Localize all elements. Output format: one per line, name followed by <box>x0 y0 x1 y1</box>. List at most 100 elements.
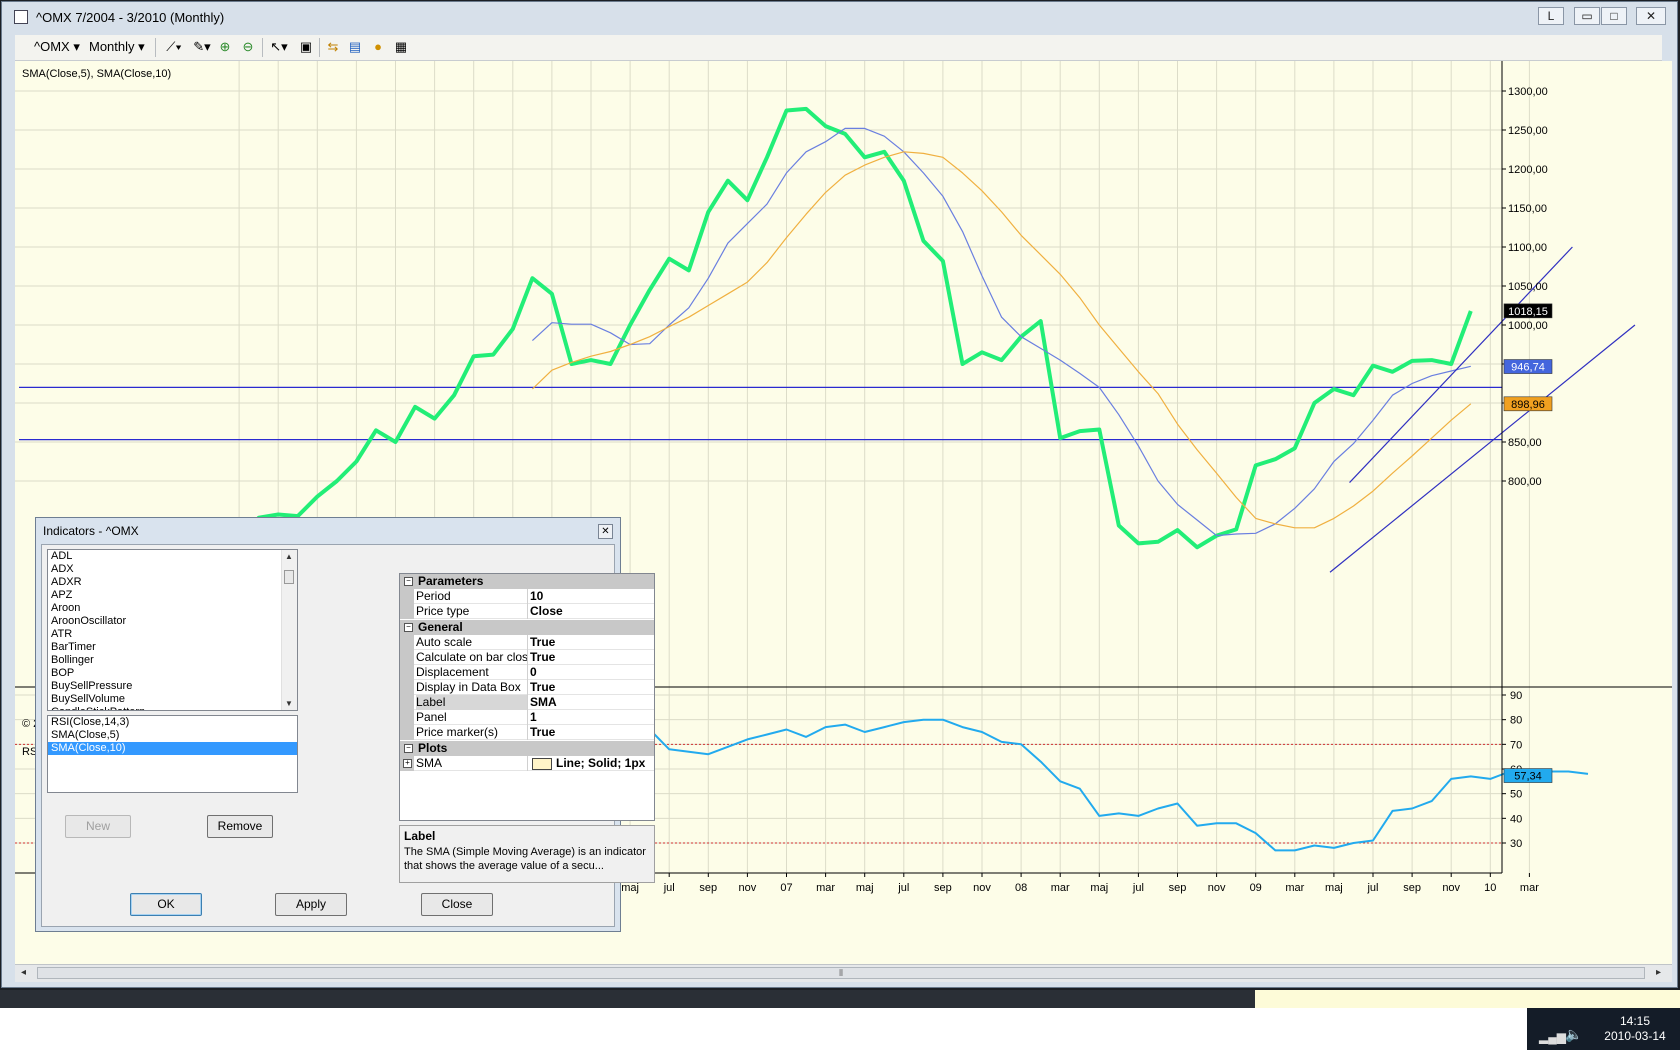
close-button[interactable]: ✕ <box>1636 7 1666 25</box>
indicator-list-item[interactable]: ADL <box>48 550 297 563</box>
dialog-close-button[interactable]: Close <box>421 893 493 916</box>
indicator-list-item[interactable]: APZ <box>48 589 297 602</box>
link-button[interactable]: L <box>1538 7 1564 25</box>
scroll-left-arrow[interactable]: ◂ <box>21 967 26 978</box>
plot-row-sma[interactable]: + SMA Line; Solid; 1px <box>400 756 654 771</box>
zoom-out-icon[interactable]: ⊖ <box>240 39 256 55</box>
property-value[interactable]: True <box>530 680 555 695</box>
ok-button[interactable]: OK <box>130 893 202 916</box>
property-row[interactable]: Price type Close <box>400 604 654 619</box>
property-value[interactable]: 0 <box>530 665 537 680</box>
collapse-icon[interactable]: − <box>404 577 413 586</box>
new-button[interactable]: New <box>65 815 131 838</box>
remove-button[interactable]: Remove <box>207 815 273 838</box>
property-row[interactable]: Displacement 0 <box>400 665 654 680</box>
network-icon[interactable]: ▂▄▆ <box>1539 1030 1566 1044</box>
property-grid[interactable]: − Parameters Period 10 Price type Close − Gen… <box>399 573 655 821</box>
zoom-in-icon[interactable]: ⊕ <box>217 39 233 55</box>
background-window-edge <box>1255 990 1680 1008</box>
title-bar[interactable]: ^OMX 7/2004 - 3/2010 (Monthly) L ▭ □ ✕ <box>2 2 1677 32</box>
scroll-thumb[interactable]: ⫴ <box>37 967 1645 979</box>
indicator-list-item[interactable]: BuySellVolume <box>48 693 297 706</box>
minimize-button[interactable]: ▭ <box>1574 7 1600 25</box>
category-label: Plots <box>418 741 448 755</box>
indicator-list-item[interactable]: ADX <box>48 563 297 576</box>
indicator-list-item[interactable]: BOP <box>48 667 297 680</box>
chart-app-icon <box>14 10 28 24</box>
property-row[interactable]: Auto scale True <box>400 635 654 650</box>
list-scrollbar[interactable]: ▲ ▼ <box>281 550 297 710</box>
available-indicators-list[interactable]: ADL ADX ADXR APZ Aroon AroonOscillator ATR BarT… <box>47 549 298 711</box>
properties-icon[interactable]: ▣ <box>298 39 314 55</box>
indicators-icon[interactable]: ▤ <box>347 39 363 55</box>
data-box-icon[interactable]: ▦ <box>393 39 409 55</box>
indicator-list-item[interactable]: Bollinger <box>48 654 297 667</box>
interval-dropdown[interactable]: Monthly ▾ <box>89 39 145 55</box>
horizontal-scrollbar[interactable]: ◂ ⫴ ▸ <box>15 964 1672 982</box>
category-plots[interactable]: − Plots <box>400 741 654 756</box>
apply-button[interactable]: Apply <box>275 893 347 916</box>
property-value[interactable]: Line; Solid; 1px <box>556 756 645 771</box>
drawing-tools-icon[interactable]: ✎▾ <box>190 39 214 55</box>
window-title: ^OMX 7/2004 - 3/2010 (Monthly) <box>36 10 225 25</box>
line-style-swatch-icon <box>532 758 552 770</box>
scroll-up-arrow[interactable]: ▲ <box>285 552 293 561</box>
clock[interactable]: 14:15 2010-03-14 <box>1595 1014 1675 1044</box>
applied-indicators-list[interactable]: RSI(Close,14,3) SMA(Close,5) SMA(Close,10) <box>47 715 298 793</box>
expand-icon[interactable]: + <box>403 759 412 768</box>
symbol-dropdown[interactable]: ^OMX ▾ <box>34 39 80 55</box>
maximize-button[interactable]: □ <box>1601 7 1627 25</box>
strategies-icon[interactable]: ⇆ <box>325 39 341 55</box>
price-panel <box>19 106 1636 585</box>
speaker-icon[interactable]: 🔈 <box>1565 1026 1582 1043</box>
property-row[interactable]: Calculate on bar close True <box>400 650 654 665</box>
property-value[interactable]: SMA <box>530 695 557 710</box>
chart-style-icon[interactable]: ⟋▾ <box>162 39 186 55</box>
scroll-right-arrow[interactable]: ▸ <box>1656 967 1661 978</box>
property-row[interactable]: Panel 1 <box>400 710 654 725</box>
indicator-list-item[interactable]: CandleStickPattern <box>48 706 297 710</box>
property-row[interactable]: Period 10 <box>400 589 654 604</box>
property-help-panel: Label The SMA (Simple Moving Average) is… <box>399 825 655 883</box>
applied-indicator-item[interactable]: RSI(Close,14,3) <box>48 716 297 729</box>
indicator-list-item[interactable]: AroonOscillator <box>48 615 297 628</box>
column-divider <box>527 650 528 665</box>
x-tick-label: jul <box>897 882 909 894</box>
list-scroll-thumb[interactable] <box>284 570 294 584</box>
cursor-icon[interactable]: ↖▾ <box>267 39 291 55</box>
property-row[interactable]: Price marker(s) True <box>400 725 654 740</box>
property-row[interactable]: Label SMA <box>400 695 654 710</box>
property-value[interactable]: 1 <box>530 710 537 725</box>
indicator-list-item[interactable]: Aroon <box>48 602 297 615</box>
x-tick-label: mar <box>1285 882 1304 894</box>
category-parameters[interactable]: − Parameters <box>400 574 654 589</box>
row-gutter <box>400 665 414 680</box>
property-value[interactable]: True <box>530 725 555 740</box>
row-gutter <box>400 650 414 665</box>
indicator-list-item[interactable]: ADXR <box>48 576 297 589</box>
property-value[interactable]: True <box>530 635 555 650</box>
scroll-down-arrow[interactable]: ▼ <box>285 699 293 708</box>
property-row[interactable]: Display in Data Box True <box>400 680 654 695</box>
category-general[interactable]: − General <box>400 620 654 635</box>
applied-indicator-item[interactable]: SMA(Close,10) <box>48 742 297 755</box>
property-value[interactable]: True <box>530 650 555 665</box>
column-divider <box>527 695 528 710</box>
rsi-tick-label: 30 <box>1510 838 1522 850</box>
property-value[interactable]: Close <box>530 604 563 619</box>
property-value[interactable]: 10 <box>530 589 543 604</box>
symbol-label: ^OMX <box>34 39 70 54</box>
x-tick-label: sep <box>1169 882 1187 894</box>
x-tick-label: sep <box>1403 882 1421 894</box>
applied-indicator-item[interactable]: SMA(Close,5) <box>48 729 297 742</box>
indicator-list-item[interactable]: ATR <box>48 628 297 641</box>
orders-icon[interactable]: ● <box>370 39 386 55</box>
collapse-icon[interactable]: − <box>404 623 413 632</box>
collapse-icon[interactable]: − <box>404 744 413 753</box>
rsi-tick-label: 90 <box>1510 690 1522 702</box>
indicator-list-item[interactable]: BarTimer <box>48 641 297 654</box>
row-gutter <box>400 725 414 740</box>
row-gutter <box>400 604 414 619</box>
dialog-close-icon[interactable]: ✕ <box>598 524 613 539</box>
indicator-list-item[interactable]: BuySellPressure <box>48 680 297 693</box>
